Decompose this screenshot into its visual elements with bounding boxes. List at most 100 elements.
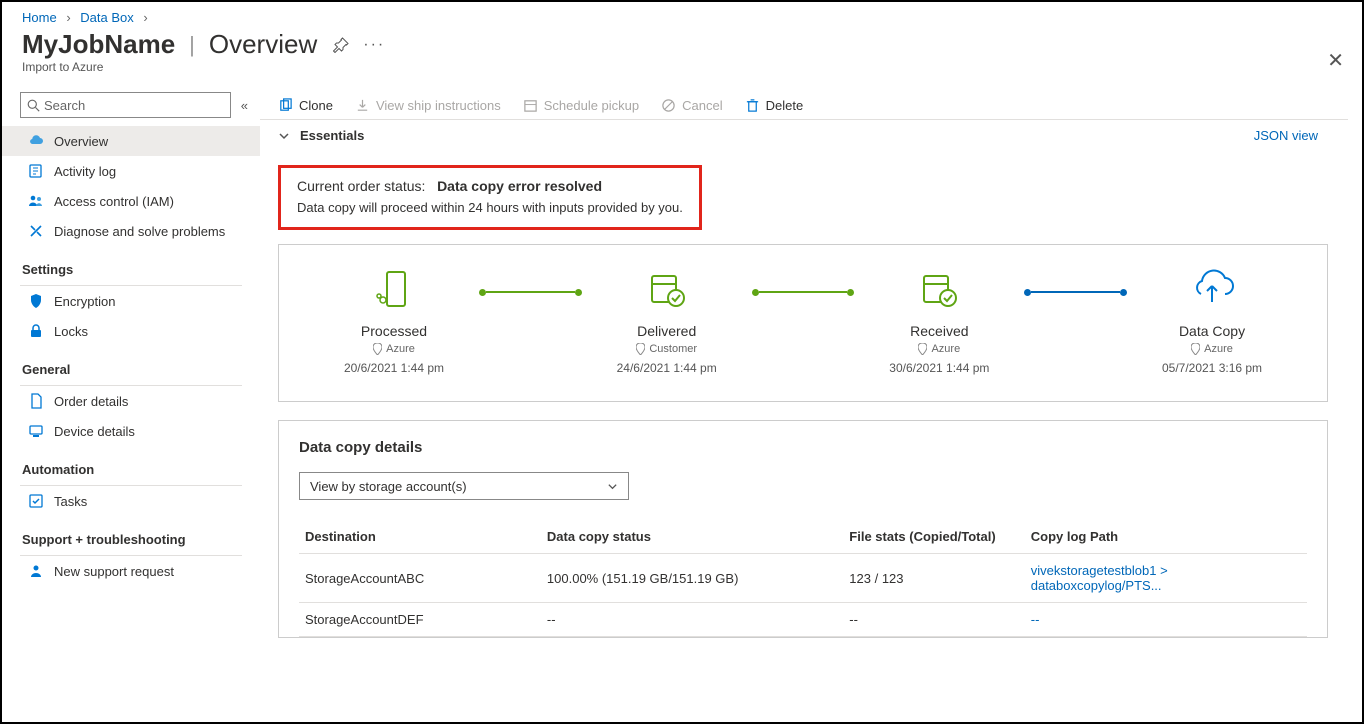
cell-files: 123 / 123 [843,554,1024,603]
sidebar-section-general: General [2,346,260,381]
essentials-label: Essentials [300,128,364,143]
lock-icon [28,323,44,339]
box-check-icon [646,269,688,309]
sidebar-item-label: Diagnose and solve problems [54,224,225,239]
status-description: Data copy will proceed within 24 hours w… [297,200,683,215]
copy-log-link[interactable]: vivekstoragetestblob1 > databoxcopylog/P… [1031,563,1168,593]
status-value: Data copy error resolved [437,178,602,194]
chevron-down-icon[interactable] [278,130,290,142]
sidebar-item-label: Activity log [54,164,116,179]
copy-icon [278,98,293,113]
data-copy-title: Data copy details [299,439,1307,456]
wrench-icon [28,223,44,239]
search-input[interactable]: Search [20,92,231,118]
cell-files: -- [843,603,1024,637]
stage-datacopy: Data Copy Azure 05/7/2021 3:16 pm [1127,269,1297,375]
people-icon [28,193,44,209]
calendar-icon [523,98,538,113]
cancel-button: Cancel [661,98,722,113]
log-icon [28,163,44,179]
cloud-upload-icon [1189,269,1235,309]
shield-icon [28,293,44,309]
col-files[interactable]: File stats (Copied/Total) [843,520,1024,554]
col-status[interactable]: Data copy status [541,520,843,554]
page-subtitle: Import to Azure [2,60,1362,88]
sidebar-item-diagnose[interactable]: Diagnose and solve problems [2,216,260,246]
order-status-callout: Current order status: Data copy error re… [278,165,702,230]
download-icon [355,98,370,113]
sidebar-item-order[interactable]: Order details [2,386,260,416]
support-icon [28,563,44,579]
stage-datetime: 24/6/2021 1:44 pm [617,361,717,375]
col-log[interactable]: Copy log Path [1025,520,1307,554]
stage-delivered: Delivered Customer 24/6/2021 1:44 pm [582,269,752,375]
toolbar-label: Delete [766,98,804,113]
document-icon [28,393,44,409]
sidebar-item-activity[interactable]: Activity log [2,156,260,186]
copy-log-link[interactable]: -- [1031,612,1040,627]
breadcrumb-home[interactable]: Home [22,10,57,25]
table-row: StorageAccountDEF -- -- -- [299,603,1307,637]
col-destination[interactable]: Destination [299,520,541,554]
stage-received: Received Azure 30/6/2021 1:44 pm [854,269,1024,375]
toolbar-label: Cancel [682,98,722,113]
sidebar-item-encryption[interactable]: Encryption [2,286,260,316]
tasks-icon [28,493,44,509]
sidebar-item-label: Encryption [54,294,115,309]
viewby-dropdown[interactable]: View by storage account(s) [299,472,629,500]
cloud-icon [28,133,44,149]
server-icon [373,269,415,309]
more-icon[interactable]: ··· [363,36,385,54]
sidebar-item-overview[interactable]: Overview [2,126,260,156]
sidebar: Search « Overview Activity log Access co… [2,88,260,712]
search-placeholder: Search [44,98,85,113]
sidebar-item-label: Tasks [54,494,87,509]
sidebar-item-support[interactable]: New support request [2,556,260,586]
stage-datetime: 05/7/2021 3:16 pm [1162,361,1262,375]
title-divider: | [175,32,209,58]
content-pane: Clone View ship instructions Schedule pi… [260,88,1362,712]
ship-instructions-button: View ship instructions [355,98,501,113]
timeline-card: Processed Azure 20/6/2021 1:44 pm Delive… [278,244,1328,402]
cell-destination: StorageAccountABC [299,554,541,603]
location-icon [373,343,382,355]
clone-button[interactable]: Clone [278,98,333,113]
device-icon [28,423,44,439]
cell-status: 100.00% (151.19 GB/151.19 GB) [541,554,843,603]
sidebar-item-label: Device details [54,424,135,439]
chevron-down-icon [607,481,618,492]
sidebar-item-tasks[interactable]: Tasks [2,486,260,516]
table-row: StorageAccountABC 100.00% (151.19 GB/151… [299,554,1307,603]
toolbar-label: View ship instructions [376,98,501,113]
cancel-icon [661,98,676,113]
location-icon [1191,343,1200,355]
sidebar-item-label: Access control (IAM) [54,194,174,209]
delete-button[interactable]: Delete [745,98,804,113]
page-title: MyJobName [22,29,175,60]
sidebar-item-label: Locks [54,324,88,339]
sidebar-section-automation: Automation [2,446,260,481]
sidebar-item-iam[interactable]: Access control (IAM) [2,186,260,216]
stage-processed: Processed Azure 20/6/2021 1:44 pm [309,269,479,375]
essentials-header[interactable]: Essentials JSON view [260,119,1348,151]
pin-icon[interactable] [333,37,349,53]
stage-name: Processed [361,323,427,339]
sidebar-item-locks[interactable]: Locks [2,316,260,346]
sidebar-item-label: Order details [54,394,128,409]
stage-location: Azure [931,343,960,355]
sidebar-item-device[interactable]: Device details [2,416,260,446]
search-icon [27,99,40,112]
collapse-sidebar-icon[interactable]: « [241,98,248,113]
close-icon[interactable]: ✕ [1327,48,1344,73]
box-check-icon [918,269,960,309]
toolbar-label: Clone [299,98,333,113]
stage-name: Data Copy [1179,323,1245,339]
location-icon [918,343,927,355]
chevron-right-icon: › [60,10,76,25]
sidebar-item-label: Overview [54,134,108,149]
json-view-link[interactable]: JSON view [1254,128,1338,143]
stage-name: Delivered [637,323,696,339]
stage-location: Azure [386,343,415,355]
toolbar-label: Schedule pickup [544,98,639,113]
breadcrumb-databox[interactable]: Data Box [80,10,133,25]
